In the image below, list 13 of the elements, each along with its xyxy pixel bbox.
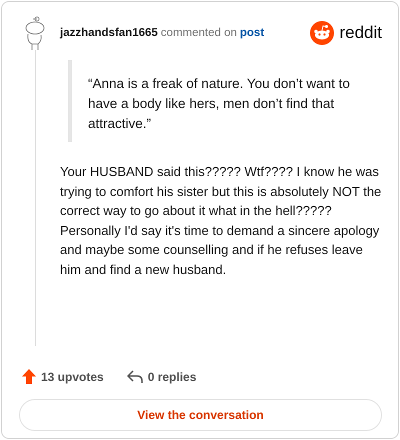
comment-text: Your HUSBAND said this????? Wtf???? I know he was trying to comfort his sister but this is absolutely NOT the correct way to go about it what in the hell????? Personally I'd say it's time to demand a sincere apology and maybe some counselling and if he refuses leave him and find a new husband. — [60, 163, 382, 278]
author-name[interactable]: jazzhandsfan1665 — [60, 27, 158, 39]
avatar-icon — [24, 16, 46, 50]
reply-icon[interactable] — [126, 370, 143, 384]
upvote-count: 13 upvotes — [41, 370, 104, 384]
quoted-text: “Anna is a freak of nature. You don’t want to have a body like hers, men don’t find that attractive.” — [88, 75, 351, 133]
upvote-icon[interactable] — [22, 369, 36, 384]
view-conversation-button[interactable]: View the conversation — [19, 399, 382, 432]
action-text: commented on — [160, 27, 237, 39]
reddit-logo-icon — [310, 21, 334, 45]
brand-name: reddit — [339, 23, 382, 43]
post-link[interactable]: post — [240, 27, 264, 39]
reply-count: 0 replies — [148, 370, 196, 384]
